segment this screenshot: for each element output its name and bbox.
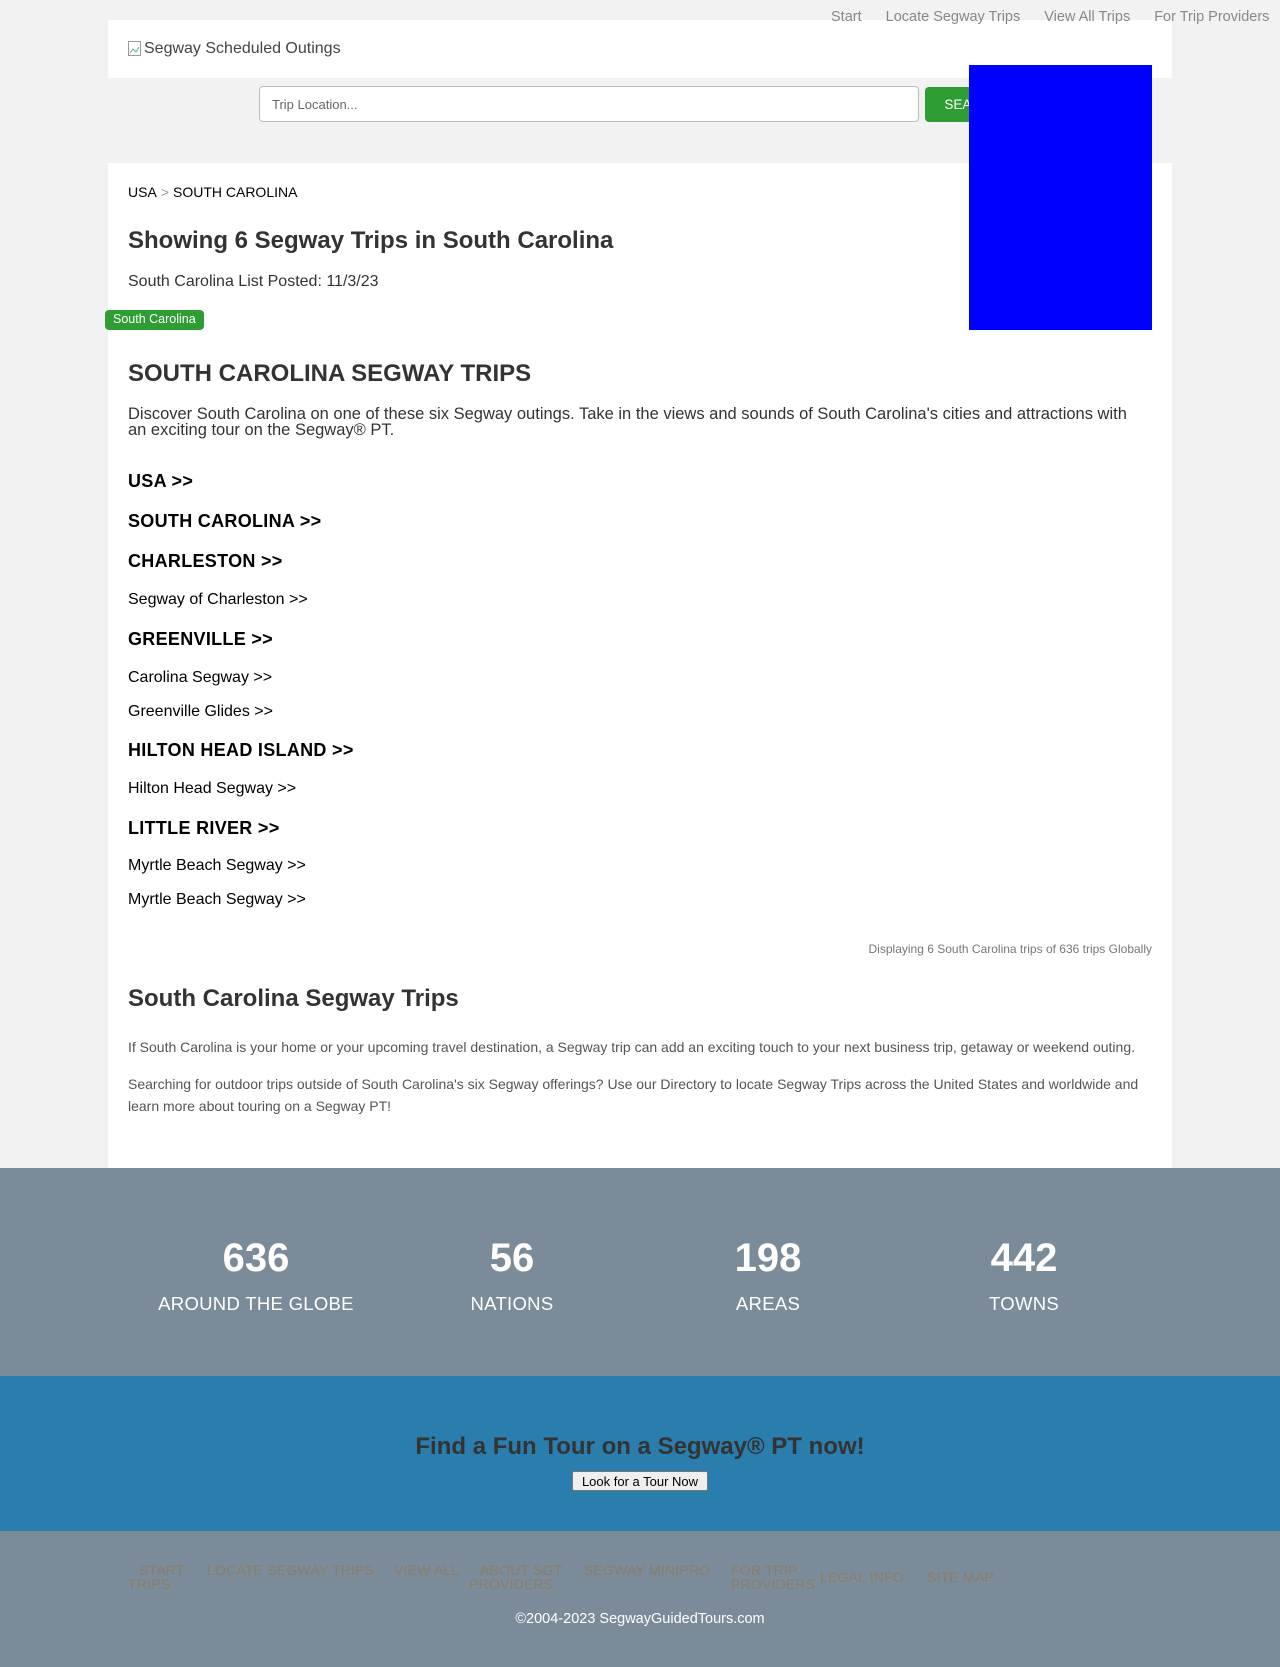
trip-count-text: Displaying 6 South Carolina trips of 636… [868,942,1152,956]
directory-city-little-river[interactable]: LITTLE RIVER >> [128,818,280,839]
broken-image-icon [128,41,142,57]
footer-nav-segway-minipro[interactable]: SEGWAY MINIPRO [584,1563,710,1577]
directory-trip-link[interactable]: Myrtle Beach Segway >> [128,891,306,909]
footer-nav-about-sgt-providers[interactable]: ABOUT SGT PROVIDERS [469,1563,575,1591]
nav-view-all-trips[interactable]: View All Trips [1044,9,1130,25]
stat-towns: 442 TOWNS [896,1235,1152,1315]
section-title: SOUTH CAROLINA SEGWAY TRIPS [128,360,532,387]
site-logo[interactable]: Segway Scheduled Outings [128,40,341,58]
directory-trip-link[interactable]: Segway of Charleston >> [128,591,308,609]
posted-date: South Carolina List Posted: 11/3/23 [128,273,379,290]
about-paragraph-1: If South Carolina is your home or your u… [128,1039,1136,1055]
nav-locate-segway-trips[interactable]: Locate Segway Trips [886,9,1021,25]
stat-value: 442 [990,1236,1058,1280]
breadcrumb: USA > SOUTH CAROLINA [128,184,297,200]
directory-trip-link[interactable]: Greenville Glides >> [128,703,273,721]
stat-label: AROUND THE GLOBE [158,1293,354,1314]
directory-trip-link[interactable]: Myrtle Beach Segway >> [128,857,306,875]
search-bar: SEARCH [259,86,1020,122]
directory-state-link[interactable]: SOUTH CAROLINA >> [128,511,321,532]
nav-for-trip-providers[interactable]: For Trip Providers [1154,9,1269,25]
stat-areas: 198 AREAS [640,1235,896,1315]
stats-band: 636 AROUND THE GLOBE 56 NATIONS 198 AREA… [0,1168,1280,1376]
breadcrumb-usa[interactable]: USA [128,184,157,200]
cta-title: Find a Fun Tour on a Segway® PT now! [415,1433,865,1460]
stat-value: 198 [734,1236,802,1280]
copyright: ©2004-2023 SegwayGuidedTours.com [515,1611,765,1627]
footer-nav-for-trip-providers[interactable]: FOR TRIP PROVIDERS [731,1563,821,1591]
intro-text: Discover South Carolina on one of these … [128,405,1127,439]
about-paragraph-2: Searching for outdoor trips outside of S… [128,1076,1139,1114]
footer-nav-start-trips[interactable]: START TRIPS [128,1563,190,1591]
stat-value: 56 [489,1236,535,1280]
footer-nav-site-map[interactable]: SITE MAP [927,1570,994,1584]
cta-band: Find a Fun Tour on a Segway® PT now! Loo… [0,1376,1280,1531]
directory-usa-link[interactable]: USA >> [128,471,193,492]
state-badge[interactable]: South Carolina [105,310,204,330]
stat-label: TOWNS [988,1293,1060,1314]
page-title: Showing 6 Segway Trips in South Carolina [128,227,614,254]
stat-label: AREAS [735,1293,801,1314]
directory-city-charleston[interactable]: CHARLESTON >> [128,551,283,572]
about-title: South Carolina Segway Trips [128,985,459,1012]
nav-start[interactable]: Start [831,9,862,25]
directory-trip-link[interactable]: Hilton Head Segway >> [128,780,296,798]
top-nav: Start Locate Segway Trips View All Trips… [831,9,1269,25]
look-for-tour-button[interactable]: Look for a Tour Now [572,1471,708,1491]
directory-trip-link[interactable]: Carolina Segway >> [128,669,272,687]
trip-location-input[interactable] [259,86,919,122]
directory-city-greenville[interactable]: GREENVILLE >> [128,629,273,650]
directory-city-hilton-head-island[interactable]: HILTON HEAD ISLAND >> [128,740,354,761]
stat-around-the-globe: 636 AROUND THE GLOBE [128,1235,384,1315]
stat-label: NATIONS [470,1293,554,1314]
stat-nations: 56 NATIONS [384,1235,640,1315]
site-footer: START TRIPS LOCATE SEGWAY TRIPS VIEW ALL… [0,1531,1280,1667]
footer-nav-view-all[interactable]: VIEW ALL [394,1563,459,1577]
breadcrumb-south-carolina[interactable]: SOUTH CAROLINA [173,184,297,200]
logo-alt-text: Segway Scheduled Outings [144,40,341,57]
footer-nav-legal-info[interactable]: LEGAL INFO [820,1570,904,1584]
advertisement[interactable] [969,65,1152,330]
stat-value: 636 [222,1236,290,1280]
breadcrumb-separator: > [160,184,169,200]
footer-nav-locate-segway-trips[interactable]: LOCATE SEGWAY TRIPS [207,1563,374,1577]
